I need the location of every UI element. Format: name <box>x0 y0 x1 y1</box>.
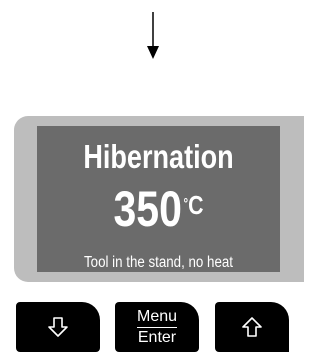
temperature-unit: °C <box>183 190 204 220</box>
menu-label: Menu <box>136 307 178 325</box>
down-arrow-icon <box>48 317 68 337</box>
enter-label: Enter <box>137 328 177 346</box>
pointer-arrow-icon <box>147 12 159 59</box>
menu-enter-button[interactable]: Menu Enter <box>115 302 199 352</box>
status-message: Tool in the stand, no heat <box>84 254 233 271</box>
up-button[interactable] <box>215 302 289 352</box>
down-button[interactable] <box>16 302 100 352</box>
mode-title: Hibernation <box>83 138 234 175</box>
temperature-readout: 350 °C <box>59 181 258 237</box>
up-arrow-icon <box>242 317 262 337</box>
temperature-value: 350 <box>113 181 182 237</box>
menu-divider <box>137 326 177 328</box>
device-panel: Hibernation 350 °C Tool in the stand, no … <box>14 116 304 282</box>
display-screen: Hibernation 350 °C Tool in the stand, no … <box>37 126 280 272</box>
